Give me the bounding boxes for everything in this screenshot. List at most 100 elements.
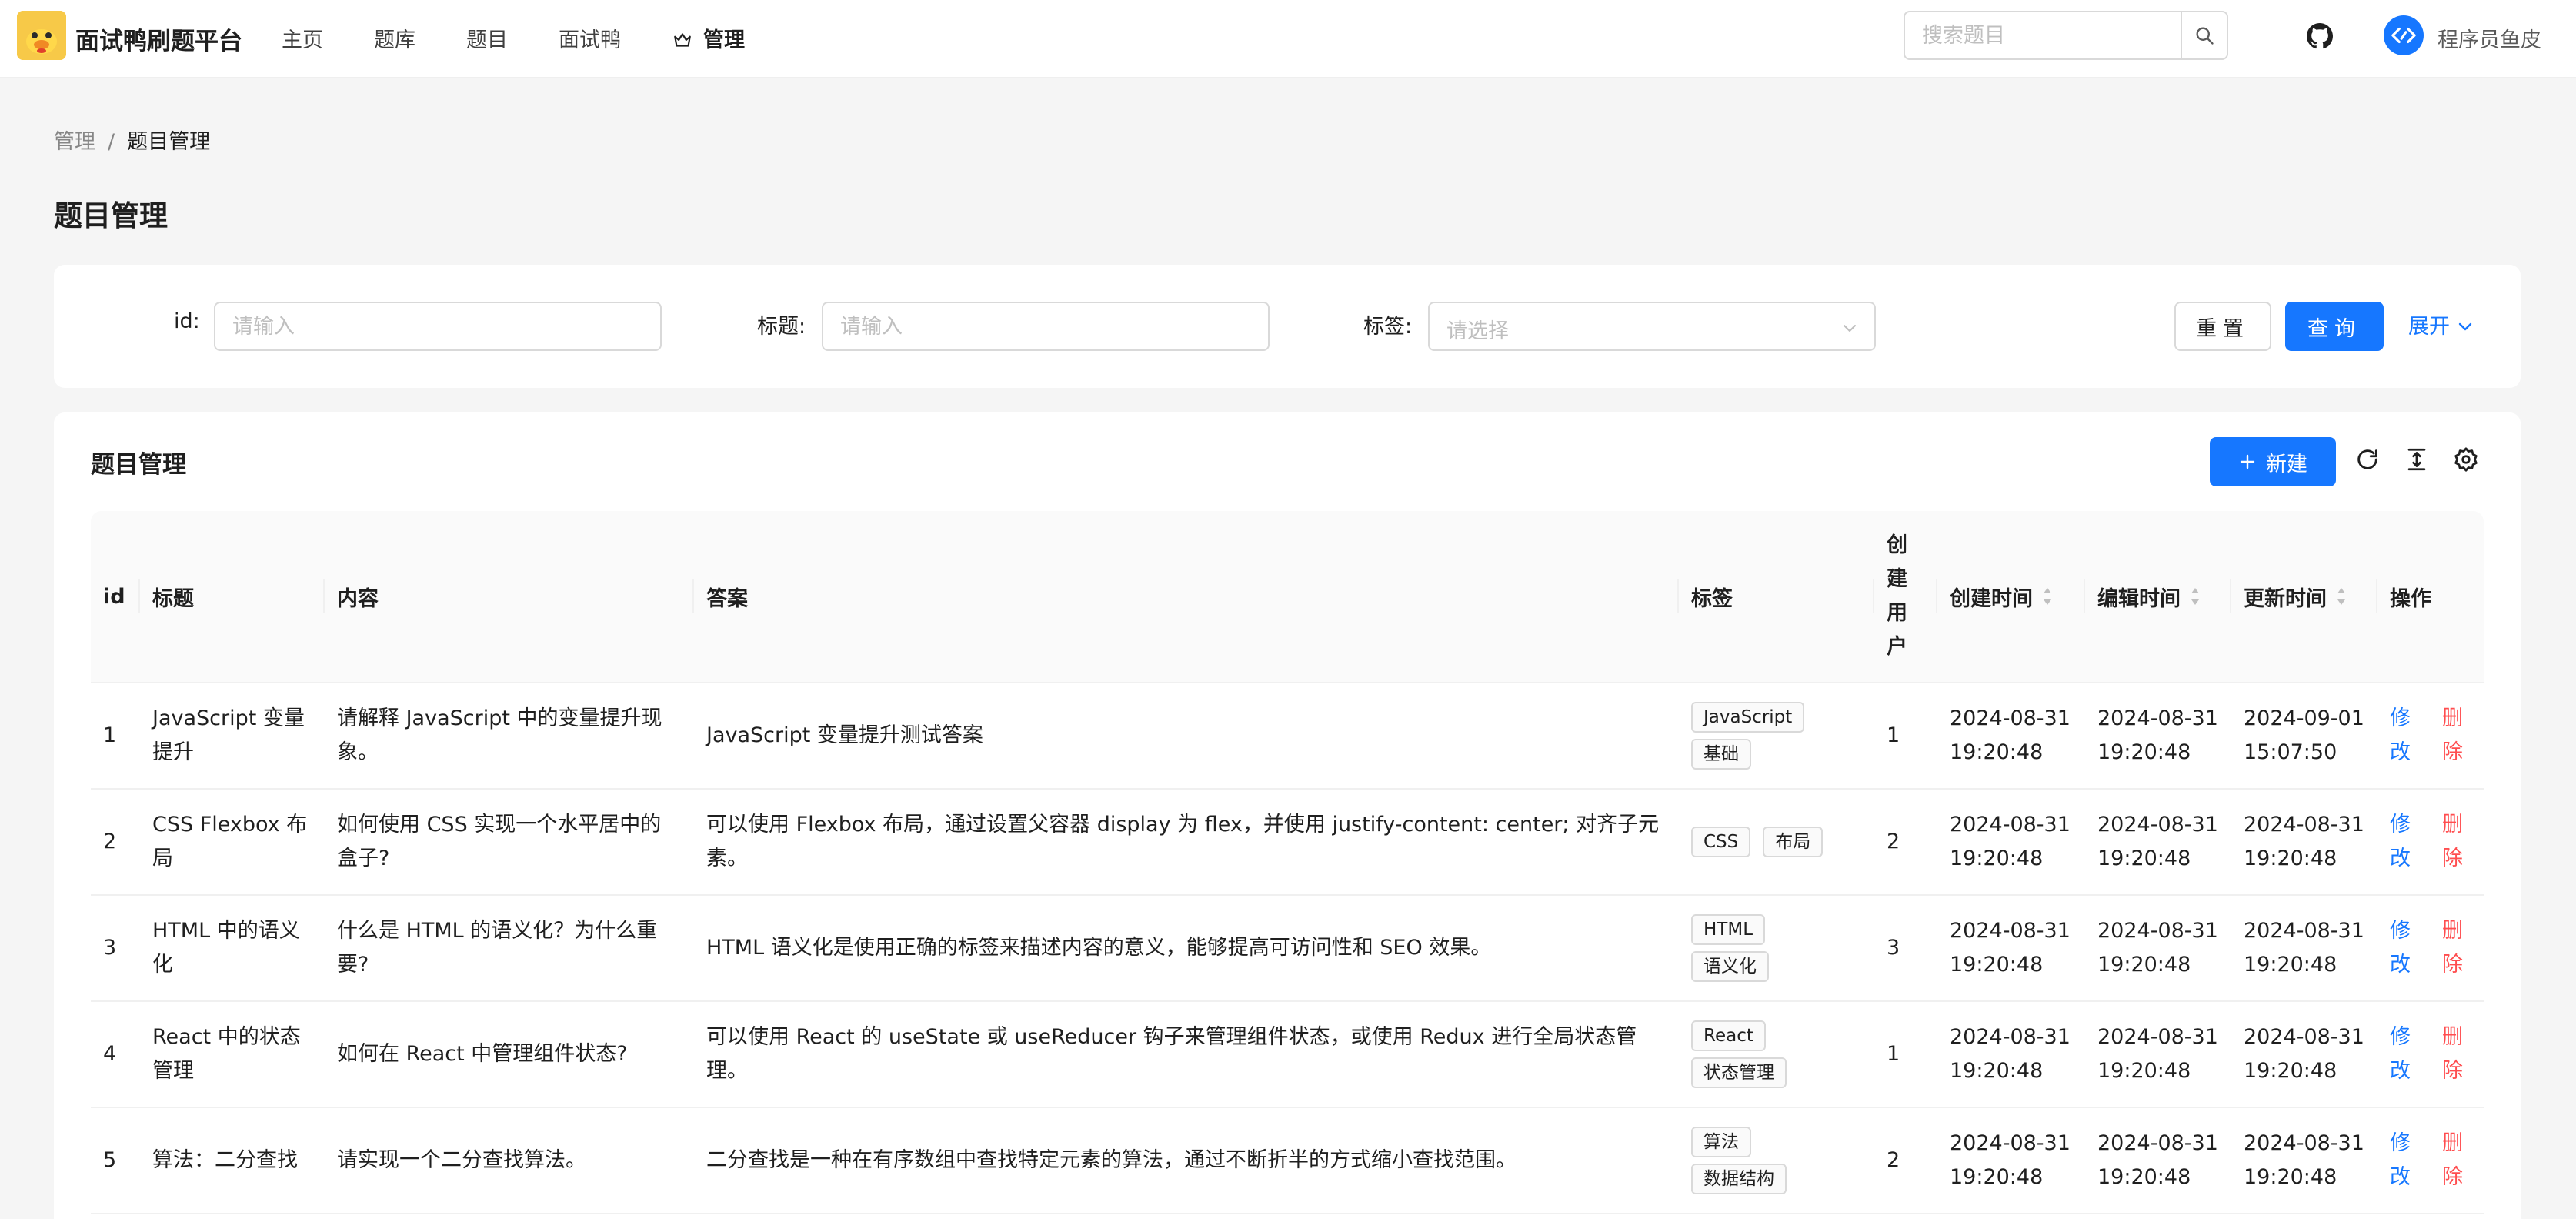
setting-icon[interactable]: [2453, 446, 2479, 473]
duck-logo-icon[interactable]: [17, 11, 66, 60]
sort-icon[interactable]: [2042, 585, 2053, 608]
user-name[interactable]: 程序员鱼皮: [2438, 23, 2541, 53]
sort-icon[interactable]: [2336, 585, 2347, 608]
cell-created-time: 2024-08-31 19:20:48: [1950, 813, 2070, 870]
table-header: id 标题 内容 答案 标签 创建用户 创建时间 编辑时间 更新时间 操作: [91, 511, 2484, 683]
nav-questions[interactable]: 题目: [466, 23, 508, 53]
query-button[interactable]: 查询: [2285, 302, 2384, 351]
cell-id: 3: [103, 936, 117, 960]
cell-created-time: 2024-08-31 19:20:48: [1950, 919, 2070, 977]
edit-link[interactable]: 修改: [2390, 702, 2419, 770]
column-height-icon[interactable]: [2404, 446, 2430, 473]
filter-tags-select[interactable]: 请选择: [1428, 302, 1876, 351]
edit-link[interactable]: 修改: [2390, 1127, 2419, 1194]
cell-id: 4: [103, 1042, 117, 1066]
col-creator: 创建用户: [1874, 511, 1937, 682]
cell-creator: 1: [1887, 1042, 1900, 1066]
col-title: 标题: [140, 511, 325, 682]
cell-content: 如何使用 CSS 实现一个水平居中的盒子?: [337, 813, 662, 870]
breadcrumb-separator: /: [108, 130, 115, 154]
crown-icon: [674, 33, 691, 47]
delete-link[interactable]: 删除: [2442, 1020, 2471, 1088]
tag: JavaScript: [1691, 702, 1805, 733]
cell-creator: 1: [1887, 723, 1900, 747]
cell-actions: 修改 删除: [2377, 896, 2484, 1000]
reload-icon[interactable]: [2354, 446, 2381, 473]
cell-id: 2: [103, 830, 117, 853]
filter-id-label: id:: [174, 309, 200, 333]
search-button[interactable]: [2181, 12, 2227, 58]
cell-creator: 2: [1887, 1148, 1900, 1172]
tag: 算法: [1691, 1127, 1751, 1157]
col-id: id: [91, 511, 140, 682]
cell-title: JavaScript 变量提升: [152, 706, 305, 764]
edit-link[interactable]: 修改: [2390, 808, 2419, 876]
table-row: 4 React 中的状态管理 如何在 React 中管理组件状态? 可以使用 R…: [91, 1002, 2484, 1108]
cell-title: 算法：二分查找: [152, 1148, 298, 1172]
table-row: 2 CSS Flexbox 布局 如何使用 CSS 实现一个水平居中的盒子? 可…: [91, 790, 2484, 896]
cell-actions: 修改 删除: [2377, 1002, 2484, 1107]
search-input[interactable]: [1905, 12, 2179, 58]
cell-tags: HTML 语义化: [1679, 896, 1874, 1000]
page-title: 题目管理: [54, 199, 168, 232]
expand-filter-link[interactable]: 展开: [2408, 309, 2474, 339]
cell-edited-time: 2024-08-31 19:20:48: [2097, 813, 2218, 870]
cell-answer: 可以使用 Flexbox 布局，通过设置父容器 display 为 flex，并…: [706, 813, 1660, 870]
edit-link[interactable]: 修改: [2390, 1020, 2419, 1088]
edit-link[interactable]: 修改: [2390, 914, 2419, 982]
cell-edited-time: 2024-08-31 19:20:48: [2097, 919, 2218, 977]
tag: 语义化: [1691, 951, 1769, 982]
nav-mianshiya[interactable]: 面试鸭: [559, 23, 621, 53]
search-filter-form: id: 标题: 标签: 请选择 重置 查询 展开: [54, 265, 2521, 388]
nav-home[interactable]: 主页: [282, 23, 323, 53]
user-avatar[interactable]: [2384, 15, 2424, 55]
filter-tags-placeholder: 请选择: [1446, 319, 1509, 343]
cell-content: 什么是 HTML 的语义化？为什么重要?: [337, 919, 658, 977]
col-created-time[interactable]: 创建时间: [1937, 511, 2085, 682]
cell-edited-time: 2024-08-31 19:20:48: [2097, 1131, 2218, 1189]
tag: 布局: [1763, 827, 1824, 857]
col-content: 内容: [325, 511, 694, 682]
cell-creator: 2: [1887, 830, 1900, 853]
col-edited-time[interactable]: 编辑时间: [2085, 511, 2231, 682]
cell-content: 请实现一个二分查找算法。: [337, 1148, 586, 1172]
cell-content: 请解释 JavaScript 中的变量提升现象。: [337, 706, 662, 764]
delete-link[interactable]: 删除: [2442, 1127, 2471, 1194]
cell-tags: React 状态管理: [1679, 1002, 1874, 1107]
nav-admin-label: 管理: [703, 28, 745, 52]
breadcrumb-admin-link[interactable]: 管理: [54, 130, 95, 154]
nav-admin[interactable]: 管理: [672, 23, 745, 53]
col-actions: 操作: [2390, 586, 2431, 611]
cell-content: 如何在 React 中管理组件状态?: [337, 1042, 628, 1066]
chevron-down-icon: [1844, 325, 1856, 332]
cell-title: CSS Flexbox 布局: [152, 813, 308, 870]
cell-edited-time: 2024-08-31 19:20:48: [2097, 1025, 2218, 1083]
delete-link[interactable]: 删除: [2442, 914, 2471, 982]
breadcrumb: 管理 / 题目管理: [54, 125, 210, 155]
cell-tags: JavaScript 基础: [1679, 683, 1874, 788]
cell-updated-time: 2024-09-01 15:07:50: [2244, 706, 2364, 764]
cell-title: HTML 中的语义化: [152, 919, 300, 977]
chevron-down-icon: [2458, 322, 2472, 331]
filter-title-input[interactable]: [822, 302, 1270, 351]
cell-actions: 修改 删除: [2377, 790, 2484, 894]
cell-edited-time: 2024-08-31 19:20:48: [2097, 706, 2218, 764]
tag: 状态管理: [1691, 1057, 1787, 1088]
nav-question-banks[interactable]: 题库: [374, 23, 415, 53]
top-header: 面试鸭刷题平台 主页 题库 题目 面试鸭 管理 程序员鱼皮: [0, 0, 2576, 78]
sort-icon[interactable]: [2190, 585, 2201, 608]
col-tags: 标签: [1679, 511, 1874, 682]
reset-button[interactable]: 重置: [2174, 302, 2271, 351]
col-updated-time[interactable]: 更新时间: [2231, 511, 2377, 682]
site-title[interactable]: 面试鸭刷题平台: [75, 22, 242, 56]
cell-updated-time: 2024-08-31 19:20:48: [2244, 1131, 2364, 1189]
cell-creator: 3: [1887, 936, 1900, 960]
tag: React: [1691, 1020, 1766, 1051]
delete-link[interactable]: 删除: [2442, 702, 2471, 770]
filter-id-input[interactable]: [214, 302, 662, 351]
github-icon[interactable]: [2307, 23, 2333, 49]
tag: CSS: [1691, 827, 1751, 857]
new-question-button[interactable]: 新建: [2210, 437, 2336, 486]
table-title: 题目管理: [91, 451, 186, 479]
delete-link[interactable]: 删除: [2442, 808, 2471, 876]
